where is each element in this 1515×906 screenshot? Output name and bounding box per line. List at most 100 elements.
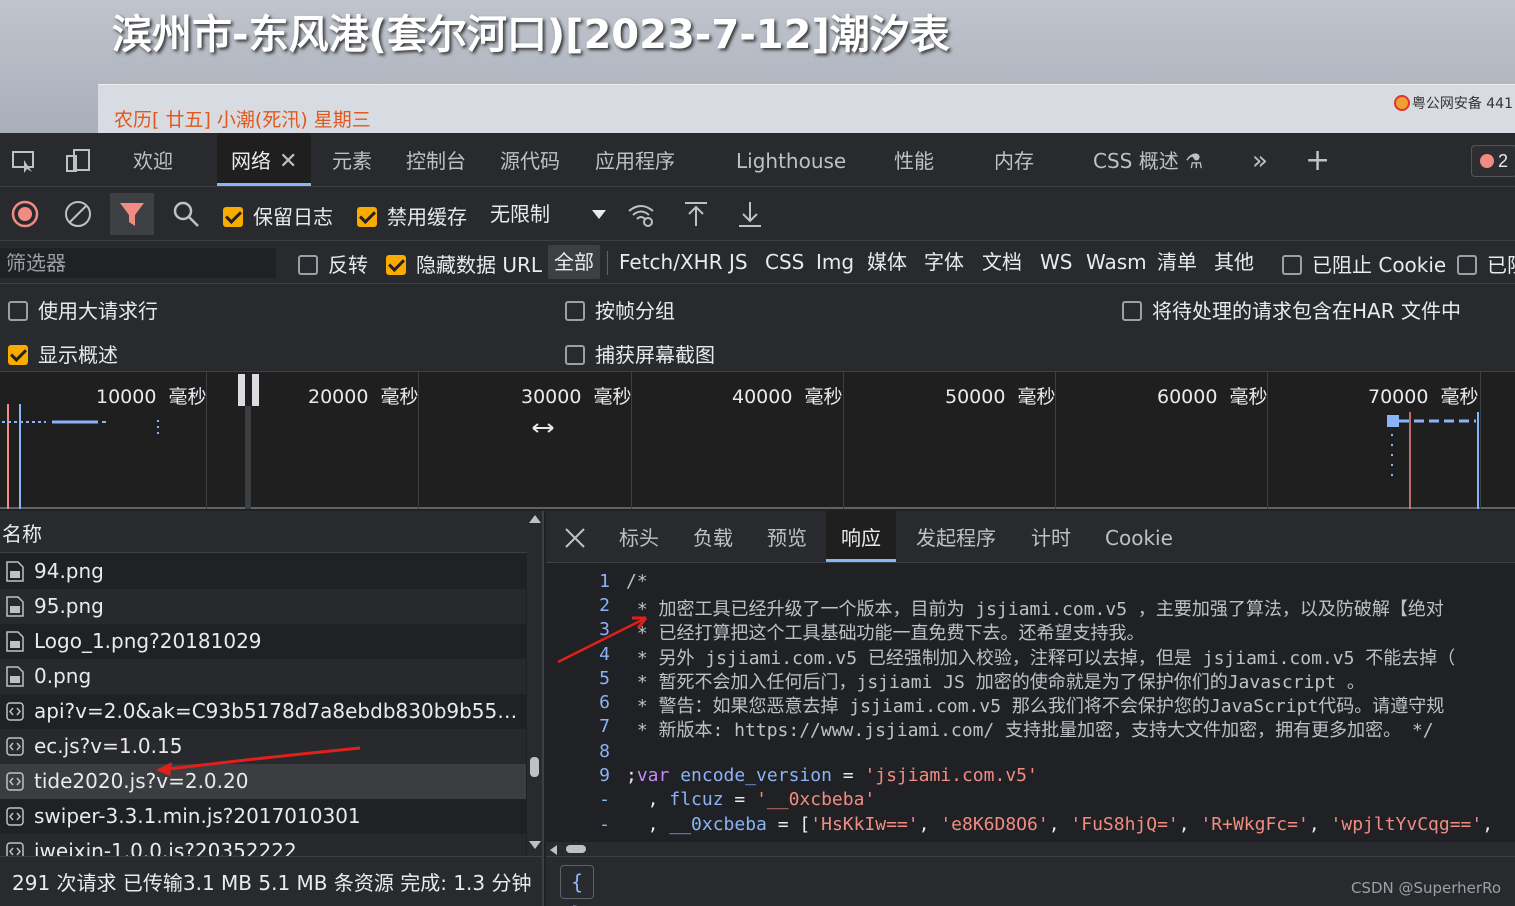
capture-screenshots-check[interactable] (565, 345, 585, 365)
type-filter-js[interactable]: JS (729, 245, 748, 279)
group-by-frame-check[interactable] (565, 301, 585, 321)
request-row[interactable]: 95.png (0, 589, 526, 624)
request-row[interactable]: ec.js?v=1.0.15 (0, 729, 526, 764)
tab-preview[interactable]: 预览 (767, 511, 807, 562)
device-toolbar-icon[interactable] (64, 147, 92, 175)
big-request-rows-check[interactable] (8, 301, 28, 321)
record-stop-icon[interactable] (10, 199, 40, 229)
type-filter-ws[interactable]: WS (1040, 245, 1072, 279)
include-pending-har-check[interactable] (1122, 301, 1142, 321)
column-header-name[interactable]: 名称 (0, 511, 528, 553)
tab-elements[interactable]: 元素 (332, 133, 372, 186)
scrollbar-thumb[interactable] (530, 757, 539, 777)
show-overview-checkbox[interactable]: 显示概述 (8, 339, 118, 368)
type-filter-doc[interactable]: 文档 (982, 245, 1022, 279)
tab-payload[interactable]: 负载 (693, 511, 733, 562)
capture-screenshots-checkbox[interactable]: 捕获屏幕截图 (565, 339, 715, 368)
tab-lighthouse[interactable]: Lighthouse (736, 133, 846, 186)
blocked-cookies-checkbox[interactable]: 已阻止 Cookie (1282, 249, 1446, 278)
tab-welcome[interactable]: 欢迎 (133, 133, 173, 186)
type-filter-other[interactable]: 其他 (1214, 245, 1254, 279)
tab-application[interactable]: 应用程序 (595, 133, 675, 186)
blocked-requests-check[interactable] (1457, 255, 1477, 275)
close-detail-icon[interactable] (564, 527, 586, 549)
tab-network[interactable]: 网络 ✕ (217, 133, 312, 186)
add-tab-plus-icon[interactable]: + (1305, 133, 1330, 186)
invert-check[interactable] (298, 255, 318, 275)
type-filter-font[interactable]: 字体 (924, 245, 964, 279)
throttling-select[interactable]: 无限制 (480, 194, 610, 234)
request-row[interactable]: Logo_1.png?20181029 (0, 624, 526, 659)
invert-label: 反转 (328, 253, 368, 277)
error-count-badge[interactable]: 2 (1471, 145, 1515, 177)
type-filter-img[interactable]: Img (816, 245, 854, 279)
scroll-down-arrow-icon[interactable] (529, 841, 541, 849)
tab-initiator[interactable]: 发起程序 (916, 511, 996, 562)
blocked-requests-checkbox[interactable]: 已阻 (1457, 249, 1515, 278)
group-by-frame-checkbox[interactable]: 按帧分组 (565, 295, 675, 324)
type-filter-fetch-xhr[interactable]: Fetch/XHR (619, 245, 723, 279)
close-tab-icon[interactable]: ✕ (279, 149, 297, 174)
preserve-log-label: 保留日志 (253, 205, 333, 229)
import-har-upload-icon[interactable] (681, 199, 711, 229)
code-line: * 警告：如果您恶意去掉 jsjiami.com.v5 那么我们将不会保护您的J… (626, 696, 1445, 717)
big-request-rows-checkbox[interactable]: 使用大请求行 (8, 295, 158, 324)
beian-link[interactable]: 粤公网安备 441 (1393, 93, 1513, 113)
show-overview-check[interactable] (8, 345, 28, 365)
invert-checkbox[interactable]: 反转 (298, 249, 368, 278)
export-har-download-icon[interactable] (735, 199, 765, 229)
network-conditions-wifi-icon[interactable] (626, 199, 656, 229)
type-filter-manifest[interactable]: 清单 (1157, 245, 1197, 279)
error-count: 2 (1498, 151, 1509, 171)
search-icon[interactable] (171, 199, 201, 229)
police-badge-icon (1393, 95, 1410, 111)
page-title: 滨州市-东风港(套尔河口)[2023-7-12]潮汐表 (112, 12, 950, 58)
tab-css-overview[interactable]: CSS 概述 ⚗ (1093, 133, 1203, 186)
filter-input[interactable]: 筛选器 (0, 248, 276, 278)
type-filter-media[interactable]: 媒体 (867, 245, 907, 279)
script-file-icon (6, 807, 24, 826)
tab-sources[interactable]: 源代码 (500, 133, 560, 186)
tab-memory[interactable]: 内存 (994, 133, 1034, 186)
request-row[interactable]: api?v=2.0&ak=C93b5178d7a8ebdb830b9b557ab… (0, 694, 526, 729)
network-overview-timeline[interactable]: 10000 毫秒 20000 毫秒 30000 毫秒 40000 毫秒 5000… (0, 372, 1515, 509)
hscroll-thumb[interactable] (566, 845, 586, 853)
blocked-cookies-check[interactable] (1282, 255, 1302, 275)
request-row[interactable]: swiper-3.3.1.min.js?2017010301 (0, 799, 526, 834)
tab-response[interactable]: 响应 (826, 511, 896, 562)
clear-icon[interactable] (63, 199, 93, 229)
more-tabs-chevron-icon[interactable]: » (1252, 133, 1268, 186)
preserve-log-checkbox[interactable]: 保留日志 (223, 201, 333, 230)
pretty-print-button[interactable]: { } (560, 865, 594, 906)
type-filter-css[interactable]: CSS (765, 245, 804, 279)
code-horizontal-scrollbar[interactable] (546, 842, 1515, 856)
hide-data-urls-label: 隐藏数据 URL (416, 253, 543, 277)
request-list-scrollbar[interactable] (527, 511, 542, 856)
request-row[interactable]: 0.png (0, 659, 526, 694)
inspect-element-icon[interactable] (10, 147, 38, 175)
tab-performance[interactable]: 性能 (894, 133, 934, 186)
preserve-log-check[interactable] (223, 207, 243, 227)
tab-console[interactable]: 控制台 (406, 133, 466, 186)
line-number: 4 (599, 644, 610, 665)
disable-cache-check[interactable] (357, 207, 377, 227)
scroll-up-arrow-icon[interactable] (529, 515, 541, 523)
throttling-value: 无限制 (490, 202, 550, 226)
type-filter-all[interactable]: 全部 (548, 245, 600, 279)
tab-headers[interactable]: 标头 (619, 511, 659, 562)
tab-timing[interactable]: 计时 (1031, 511, 1071, 562)
hide-data-urls-check[interactable] (386, 255, 406, 275)
request-row[interactable]: 94.png (0, 554, 526, 589)
scroll-left-arrow-icon[interactable] (550, 845, 557, 855)
include-pending-har-checkbox[interactable]: 将待处理的请求包含在HAR 文件中 (1122, 295, 1461, 324)
tab-cookie[interactable]: Cookie (1105, 511, 1173, 562)
response-code-view[interactable]: 1 2 3 4 5 6 7 8 9 - - /* * 加密工具已经升级了一个版本… (546, 567, 1515, 842)
line-number: 5 (599, 668, 610, 689)
type-filter-wasm[interactable]: Wasm (1086, 245, 1147, 279)
disable-cache-checkbox[interactable]: 禁用缓存 (357, 201, 467, 230)
request-row[interactable]: jweixin-1.0.0.js?20352222 (0, 834, 526, 856)
hide-data-urls-checkbox[interactable]: 隐藏数据 URL (386, 249, 542, 278)
filter-funnel-icon[interactable] (117, 199, 147, 229)
line-number: - (599, 814, 610, 835)
request-row-selected[interactable]: tide2020.js?v=2.0.20 (0, 764, 526, 799)
